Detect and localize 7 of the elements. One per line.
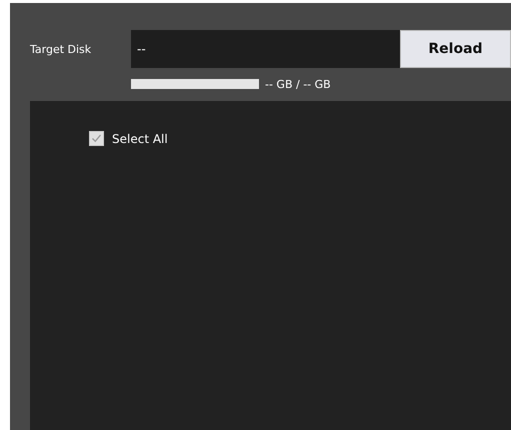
usage-reading: -- GB / -- GB (265, 78, 331, 90)
reload-button[interactable]: Reload (400, 30, 511, 68)
target-disk-field[interactable]: -- (131, 30, 400, 68)
select-all-checkbox[interactable] (89, 131, 104, 146)
target-disk-label: Target Disk (30, 42, 92, 56)
check-icon (91, 133, 102, 144)
select-all-label[interactable]: Select All (112, 132, 168, 146)
